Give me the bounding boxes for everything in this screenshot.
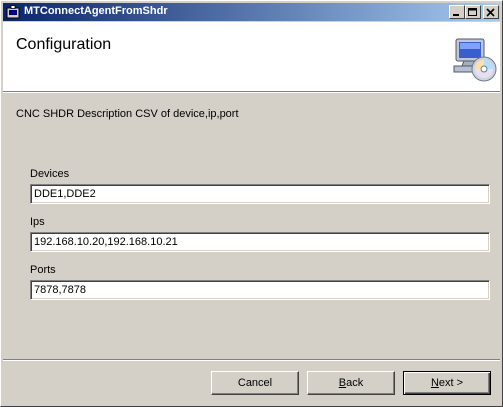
footer-divider	[3, 359, 500, 361]
installer-window: MTConnectAgentFromShdr Configuration CNC…	[0, 0, 503, 407]
title-bar[interactable]: MTConnectAgentFromShdr	[3, 3, 500, 21]
minimize-button[interactable]	[449, 5, 465, 19]
close-button[interactable]	[483, 5, 499, 19]
window-title: MTConnectAgentFromShdr	[24, 5, 168, 17]
description-text: CNC SHDR Description CSV of device,ip,po…	[16, 108, 239, 120]
ips-input[interactable]: 192.168.10.20,192.168.10.21	[30, 232, 490, 252]
computer-cd-icon	[453, 38, 497, 82]
installer-app-icon	[6, 5, 20, 19]
minimize-icon	[453, 14, 459, 16]
devices-label: Devices	[30, 168, 70, 180]
ips-label: Ips	[30, 216, 45, 228]
ports-input[interactable]: 7878,7878	[30, 280, 490, 300]
maximize-button[interactable]	[465, 5, 481, 19]
back-button[interactable]: Back	[307, 371, 395, 395]
header-divider	[3, 91, 500, 93]
ports-label: Ports	[30, 264, 56, 276]
cancel-button[interactable]: Cancel	[211, 371, 299, 395]
back-button-label: Back	[338, 377, 364, 389]
cancel-button-label: Cancel	[237, 377, 273, 389]
devices-input[interactable]: DDE1,DDE2	[30, 184, 490, 204]
next-button-label: Next >	[430, 377, 464, 389]
page-title: Configuration	[16, 36, 112, 53]
next-button[interactable]: Next >	[403, 371, 491, 395]
close-icon	[486, 8, 495, 17]
maximize-icon	[468, 8, 477, 16]
wizard-header: Configuration	[3, 22, 500, 91]
